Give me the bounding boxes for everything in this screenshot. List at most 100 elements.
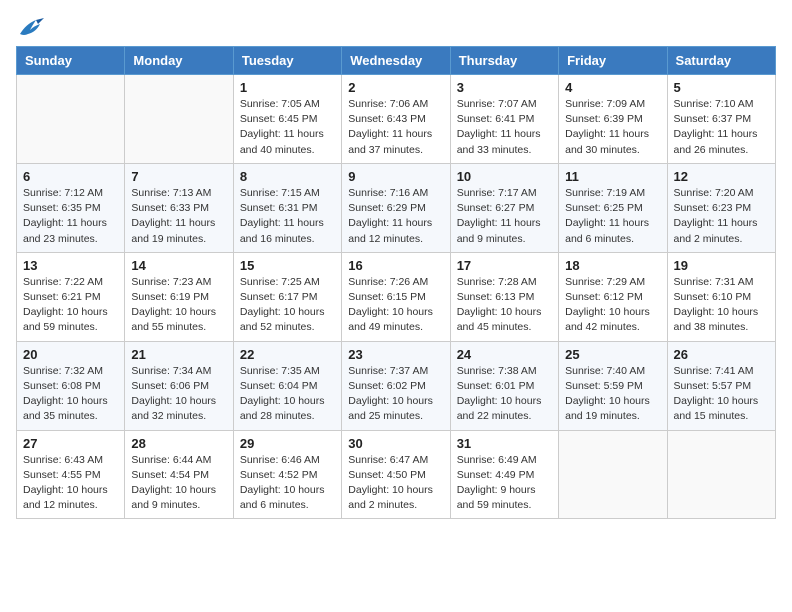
day-number: 14	[131, 258, 226, 273]
week-row-1: 1 Sunrise: 7:05 AM Sunset: 6:45 PM Daylig…	[17, 75, 776, 164]
day-info: Sunrise: 7:25 AM Sunset: 6:17 PM Dayligh…	[240, 275, 335, 336]
day-info: Sunrise: 7:22 AM Sunset: 6:21 PM Dayligh…	[23, 275, 118, 336]
day-cell: 25 Sunrise: 7:40 AM Sunset: 5:59 PM Dayli…	[559, 341, 667, 430]
day-number: 2	[348, 80, 443, 95]
day-info: Sunrise: 7:09 AM Sunset: 6:39 PM Dayligh…	[565, 97, 660, 158]
day-cell: 27 Sunrise: 6:43 AM Sunset: 4:55 PM Dayli…	[17, 430, 125, 519]
day-cell: 11Sunrise: 7:19 AM Sunset: 6:25 PM Dayli…	[559, 163, 667, 252]
day-number: 10	[457, 169, 552, 184]
day-number: 30	[348, 436, 443, 451]
day-cell: 24 Sunrise: 7:38 AM Sunset: 6:01 PM Dayli…	[450, 341, 558, 430]
day-cell: 7 Sunrise: 7:13 AM Sunset: 6:33 PM Daylig…	[125, 163, 233, 252]
day-cell: 5Sunrise: 7:10 AM Sunset: 6:37 PM Daylig…	[667, 75, 775, 164]
day-info: Sunrise: 6:43 AM Sunset: 4:55 PM Dayligh…	[23, 453, 118, 514]
day-number: 3	[457, 80, 552, 95]
day-number: 6	[23, 169, 118, 184]
day-info: Sunrise: 7:07 AM Sunset: 6:41 PM Dayligh…	[457, 97, 552, 158]
day-cell: 12Sunrise: 7:20 AM Sunset: 6:23 PM Dayli…	[667, 163, 775, 252]
day-number: 21	[131, 347, 226, 362]
day-cell: 20Sunrise: 7:32 AM Sunset: 6:08 PM Dayli…	[17, 341, 125, 430]
logo	[16, 16, 48, 38]
day-number: 16	[348, 258, 443, 273]
day-info: Sunrise: 7:12 AM Sunset: 6:35 PM Dayligh…	[23, 186, 118, 247]
week-row-3: 13 Sunrise: 7:22 AM Sunset: 6:21 PM Dayli…	[17, 252, 776, 341]
day-number: 4	[565, 80, 660, 95]
day-info: Sunrise: 7:40 AM Sunset: 5:59 PM Dayligh…	[565, 364, 660, 425]
day-number: 11	[565, 169, 660, 184]
logo-icon	[16, 16, 44, 38]
day-number: 31	[457, 436, 552, 451]
page-header	[16, 16, 776, 38]
day-number: 7	[131, 169, 226, 184]
day-cell: 10 Sunrise: 7:17 AM Sunset: 6:27 PM Dayli…	[450, 163, 558, 252]
day-cell: 19 Sunrise: 7:31 AM Sunset: 6:10 PM Dayli…	[667, 252, 775, 341]
day-info: Sunrise: 7:20 AM Sunset: 6:23 PM Dayligh…	[674, 186, 769, 247]
day-cell: 30 Sunrise: 6:47 AM Sunset: 4:50 PM Dayli…	[342, 430, 450, 519]
day-info: Sunrise: 7:37 AM Sunset: 6:02 PM Dayligh…	[348, 364, 443, 425]
day-cell: 29 Sunrise: 6:46 AM Sunset: 4:52 PM Dayli…	[233, 430, 341, 519]
day-number: 22	[240, 347, 335, 362]
day-info: Sunrise: 7:34 AM Sunset: 6:06 PM Dayligh…	[131, 364, 226, 425]
day-cell: 6 Sunrise: 7:12 AM Sunset: 6:35 PM Daylig…	[17, 163, 125, 252]
day-cell: 22 Sunrise: 7:35 AM Sunset: 6:04 PM Dayli…	[233, 341, 341, 430]
day-cell: 23Sunrise: 7:37 AM Sunset: 6:02 PM Dayli…	[342, 341, 450, 430]
day-number: 9	[348, 169, 443, 184]
col-header-saturday: Saturday	[667, 47, 775, 75]
day-number: 26	[674, 347, 769, 362]
day-cell: 4 Sunrise: 7:09 AM Sunset: 6:39 PM Daylig…	[559, 75, 667, 164]
day-cell: 28Sunrise: 6:44 AM Sunset: 4:54 PM Dayli…	[125, 430, 233, 519]
day-number: 17	[457, 258, 552, 273]
day-number: 24	[457, 347, 552, 362]
day-info: Sunrise: 7:16 AM Sunset: 6:29 PM Dayligh…	[348, 186, 443, 247]
day-info: Sunrise: 7:26 AM Sunset: 6:15 PM Dayligh…	[348, 275, 443, 336]
day-cell: 8 Sunrise: 7:15 AM Sunset: 6:31 PM Daylig…	[233, 163, 341, 252]
week-row-5: 27 Sunrise: 6:43 AM Sunset: 4:55 PM Dayli…	[17, 430, 776, 519]
day-number: 13	[23, 258, 118, 273]
day-number: 5	[674, 80, 769, 95]
day-info: Sunrise: 7:17 AM Sunset: 6:27 PM Dayligh…	[457, 186, 552, 247]
day-cell: 2 Sunrise: 7:06 AM Sunset: 6:43 PM Daylig…	[342, 75, 450, 164]
day-cell: 17 Sunrise: 7:28 AM Sunset: 6:13 PM Dayli…	[450, 252, 558, 341]
day-info: Sunrise: 7:35 AM Sunset: 6:04 PM Dayligh…	[240, 364, 335, 425]
day-number: 29	[240, 436, 335, 451]
day-number: 28	[131, 436, 226, 451]
day-cell: 15 Sunrise: 7:25 AM Sunset: 6:17 PM Dayli…	[233, 252, 341, 341]
day-info: Sunrise: 7:31 AM Sunset: 6:10 PM Dayligh…	[674, 275, 769, 336]
col-header-tuesday: Tuesday	[233, 47, 341, 75]
day-cell	[125, 75, 233, 164]
col-header-monday: Monday	[125, 47, 233, 75]
day-cell: 26 Sunrise: 7:41 AM Sunset: 5:57 PM Dayli…	[667, 341, 775, 430]
day-number: 8	[240, 169, 335, 184]
day-info: Sunrise: 6:49 AM Sunset: 4:49 PM Dayligh…	[457, 453, 552, 514]
day-info: Sunrise: 7:38 AM Sunset: 6:01 PM Dayligh…	[457, 364, 552, 425]
day-number: 25	[565, 347, 660, 362]
col-header-friday: Friday	[559, 47, 667, 75]
day-number: 19	[674, 258, 769, 273]
day-info: Sunrise: 7:13 AM Sunset: 6:33 PM Dayligh…	[131, 186, 226, 247]
day-cell: 21 Sunrise: 7:34 AM Sunset: 6:06 PM Dayli…	[125, 341, 233, 430]
week-row-4: 20Sunrise: 7:32 AM Sunset: 6:08 PM Dayli…	[17, 341, 776, 430]
day-info: Sunrise: 6:46 AM Sunset: 4:52 PM Dayligh…	[240, 453, 335, 514]
day-number: 20	[23, 347, 118, 362]
day-number: 1	[240, 80, 335, 95]
day-cell	[17, 75, 125, 164]
day-cell: 13 Sunrise: 7:22 AM Sunset: 6:21 PM Dayli…	[17, 252, 125, 341]
day-info: Sunrise: 6:47 AM Sunset: 4:50 PM Dayligh…	[348, 453, 443, 514]
day-info: Sunrise: 7:28 AM Sunset: 6:13 PM Dayligh…	[457, 275, 552, 336]
day-info: Sunrise: 7:06 AM Sunset: 6:43 PM Dayligh…	[348, 97, 443, 158]
day-info: Sunrise: 7:15 AM Sunset: 6:31 PM Dayligh…	[240, 186, 335, 247]
day-info: Sunrise: 7:29 AM Sunset: 6:12 PM Dayligh…	[565, 275, 660, 336]
day-number: 15	[240, 258, 335, 273]
day-cell: 18Sunrise: 7:29 AM Sunset: 6:12 PM Dayli…	[559, 252, 667, 341]
day-cell: 16 Sunrise: 7:26 AM Sunset: 6:15 PM Dayli…	[342, 252, 450, 341]
day-info: Sunrise: 7:23 AM Sunset: 6:19 PM Dayligh…	[131, 275, 226, 336]
day-cell	[667, 430, 775, 519]
day-info: Sunrise: 7:05 AM Sunset: 6:45 PM Dayligh…	[240, 97, 335, 158]
day-cell: 1 Sunrise: 7:05 AM Sunset: 6:45 PM Daylig…	[233, 75, 341, 164]
header-row: SundayMondayTuesdayWednesdayThursdayFrid…	[17, 47, 776, 75]
day-info: Sunrise: 7:41 AM Sunset: 5:57 PM Dayligh…	[674, 364, 769, 425]
day-cell: 3 Sunrise: 7:07 AM Sunset: 6:41 PM Daylig…	[450, 75, 558, 164]
col-header-sunday: Sunday	[17, 47, 125, 75]
day-cell: 14 Sunrise: 7:23 AM Sunset: 6:19 PM Dayli…	[125, 252, 233, 341]
day-number: 27	[23, 436, 118, 451]
